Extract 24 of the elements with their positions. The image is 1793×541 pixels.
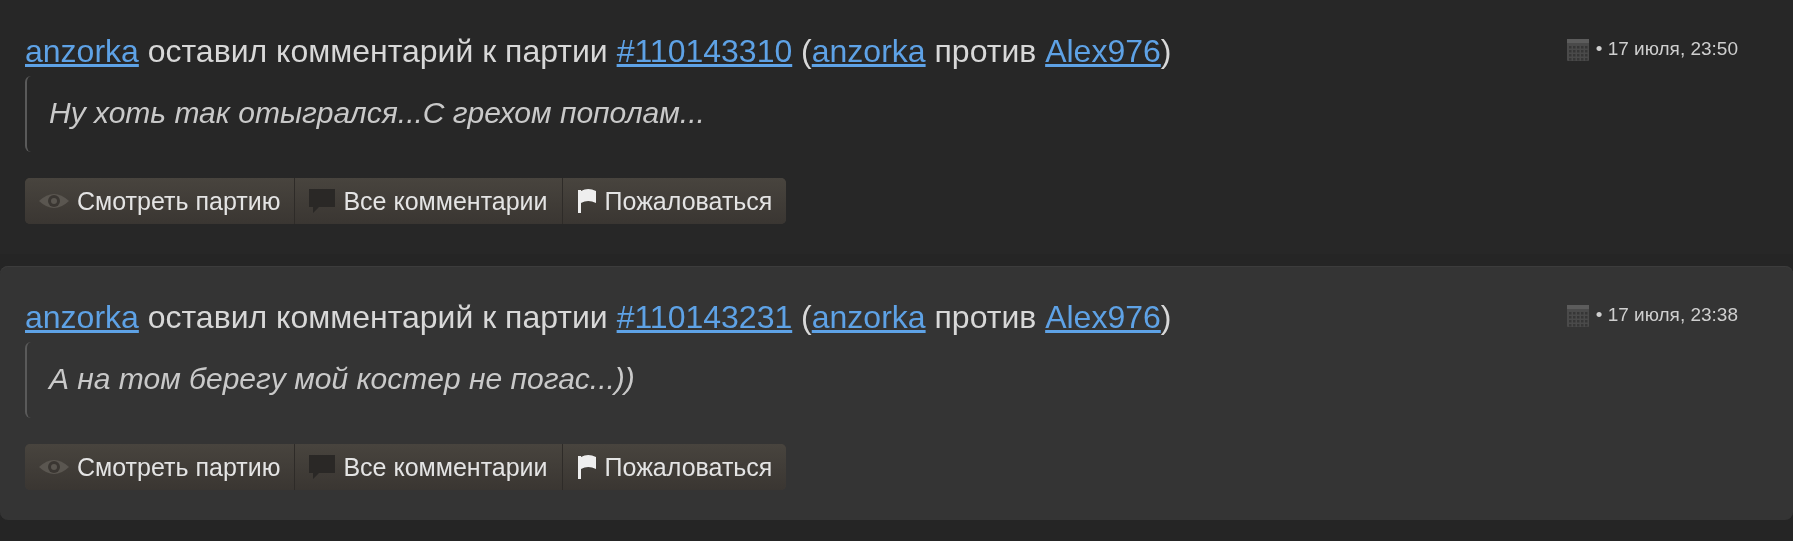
- action-button[interactable]: Все комментарии: [295, 178, 563, 224]
- link[interactable]: Alex976: [1045, 33, 1161, 69]
- action-button[interactable]: Смотреть партию: [25, 178, 296, 224]
- link[interactable]: #110143310: [616, 33, 793, 69]
- link[interactable]: anzorka: [25, 299, 139, 335]
- speech-bubble-icon: [307, 187, 338, 215]
- action-button[interactable]: Все комментарии: [295, 444, 563, 490]
- link[interactable]: anzorka: [811, 33, 926, 69]
- quote-text: А на том берегу мой костер не погас...)): [49, 362, 635, 395]
- comment-heading: anzorka оставил комментарий к партии #110143310 (anzorka против Alex976): [25, 32, 1172, 70]
- link[interactable]: Alex976: [1045, 299, 1161, 335]
- comment-date: • 17 июля, 23:38: [1595, 304, 1738, 326]
- action-button[interactable]: Смотреть партию: [25, 444, 296, 490]
- link[interactable]: #110143231: [616, 299, 793, 335]
- action-button[interactable]: Пожаловаться: [562, 178, 787, 224]
- calendar-icon: [1565, 302, 1590, 328]
- link[interactable]: anzorka: [25, 33, 139, 69]
- comment-date: • 17 июля, 23:50: [1595, 38, 1738, 60]
- link[interactable]: anzorka: [811, 299, 926, 335]
- speech-bubble-icon: [307, 453, 338, 481]
- action-button[interactable]: Пожаловаться: [562, 444, 787, 490]
- quote-text: Ну хоть так отыгрался...С грехом пополам...: [49, 96, 705, 129]
- calendar-icon: [1565, 36, 1590, 62]
- comment-heading: anzorka оставил комментарий к партии #110143231 (anzorka против Alex976): [25, 298, 1172, 336]
